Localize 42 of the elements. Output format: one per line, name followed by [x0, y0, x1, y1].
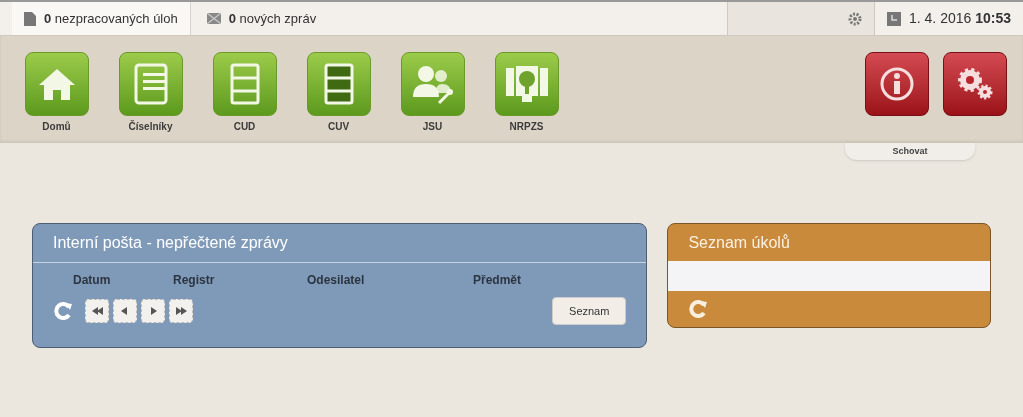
- hide-tab[interactable]: Schovat: [845, 143, 975, 160]
- column-header: Registr: [172, 272, 216, 289]
- module-tile[interactable]: Domů: [24, 52, 89, 134]
- pager-button[interactable]: [113, 299, 137, 323]
- table-icon: [229, 63, 260, 105]
- envelope-icon: [206, 13, 221, 24]
- info-icon: [879, 66, 915, 102]
- pager-button[interactable]: [141, 299, 165, 323]
- module-label: Číselníky: [128, 119, 173, 134]
- document-icon: [24, 11, 36, 26]
- table-icon: [323, 63, 354, 105]
- column-header: Odesilatel: [306, 272, 366, 289]
- messages-count[interactable]: 0 nových zpráv: [228, 8, 317, 29]
- list-button[interactable]: Seznam: [552, 297, 627, 325]
- module-tile[interactable]: NRPZS: [494, 52, 559, 134]
- module-tile[interactable]: CUV: [306, 52, 371, 134]
- column-header: Datum: [72, 272, 112, 289]
- users-wrench-icon: [410, 63, 455, 105]
- gear-icon[interactable]: [848, 11, 862, 26]
- module-label: CUV: [327, 120, 350, 134]
- right-arrow-icon: [173, 304, 189, 318]
- refresh-icon[interactable]: [53, 301, 73, 321]
- pager-button[interactable]: [169, 299, 193, 323]
- module-label: Domů: [42, 120, 71, 134]
- module-label: JSU: [422, 120, 443, 134]
- module-label: CUD: [233, 120, 256, 134]
- column-header: Předmět: [472, 272, 522, 289]
- module-label: NRPZS: [509, 120, 544, 134]
- refresh-icon[interactable]: [688, 299, 709, 319]
- module-tile[interactable]: JSU: [400, 52, 465, 134]
- calendar-icon: [887, 11, 901, 26]
- info-button[interactable]: [865, 52, 929, 116]
- date-time: 1. 4. 2016 10:53: [909, 9, 1011, 28]
- tree-screen-icon: [503, 64, 550, 104]
- settings-button[interactable]: [943, 52, 1007, 116]
- module-tile[interactable]: CUD: [212, 52, 277, 134]
- panel-title: Seznam úkolů: [688, 232, 790, 253]
- module-tile[interactable]: Číselníky: [118, 52, 183, 134]
- document-icon: [132, 63, 169, 105]
- pager-button[interactable]: [85, 299, 109, 323]
- panel-title: Interní pošta - nepřečtené zprávy: [53, 233, 288, 253]
- gears-icon: [955, 66, 995, 102]
